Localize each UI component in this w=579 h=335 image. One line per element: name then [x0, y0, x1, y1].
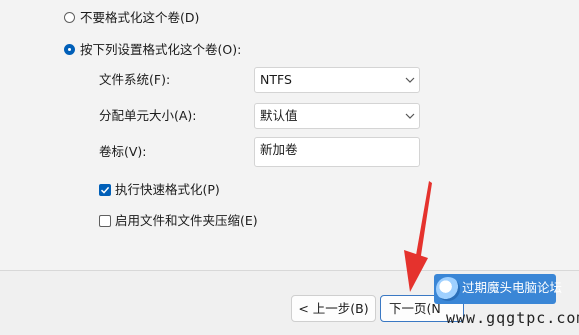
volume-label: 卷标(V):: [99, 144, 147, 159]
site-logo-icon: [436, 277, 460, 301]
alloc-label: 分配单元大小(A):: [99, 108, 197, 123]
alloc-value: 默认值: [260, 108, 298, 123]
quick-format-checkbox[interactable]: [99, 184, 111, 196]
checkmark-icon: [100, 186, 110, 194]
volume-value: 新加卷: [260, 142, 298, 157]
chevron-down-icon: [405, 113, 415, 119]
compression-checkbox[interactable]: [99, 215, 111, 227]
alloc-select[interactable]: 默认值: [254, 103, 420, 129]
filesystem-value: NTFS: [260, 72, 292, 87]
filesystem-label: 文件系统(F):: [99, 72, 171, 87]
back-button[interactable]: < 上一步(B): [291, 295, 376, 322]
filesystem-select[interactable]: NTFS: [254, 67, 420, 93]
watermark-site-name: 过期魔头电脑论坛: [462, 280, 563, 295]
compression-label: 启用文件和文件夹压缩(E): [115, 213, 258, 228]
no-format-label: 不要格式化这个卷(D): [80, 10, 200, 25]
quick-format-label: 执行快速格式化(P): [115, 182, 220, 197]
format-label: 按下列设置格式化这个卷(O):: [80, 42, 242, 57]
watermark-badge: 过期魔头电脑论坛: [434, 274, 562, 304]
no-format-radio[interactable]: [64, 12, 75, 23]
watermark-url: www.gqgtpc.com: [446, 309, 579, 327]
format-radio[interactable]: [64, 44, 75, 55]
chevron-down-icon: [405, 77, 415, 83]
volume-input[interactable]: 新加卷: [254, 137, 420, 167]
